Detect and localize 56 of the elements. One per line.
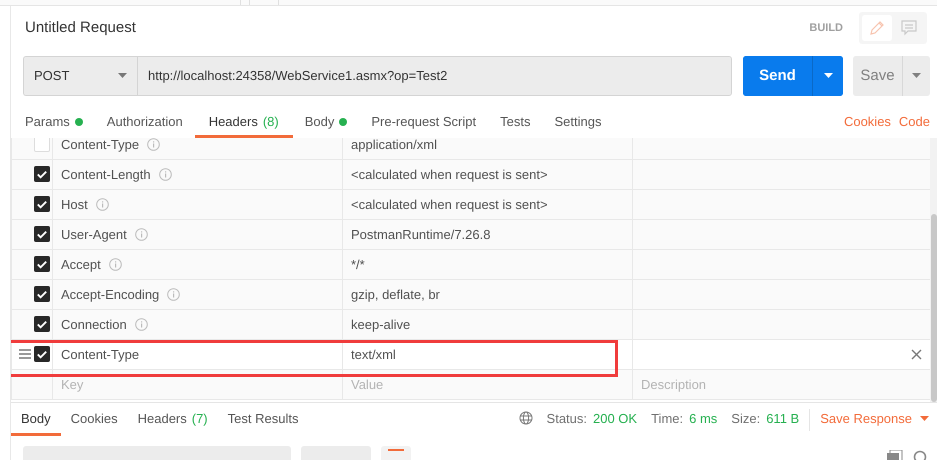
checkbox[interactable] — [34, 256, 50, 272]
scrollbar[interactable] — [930, 138, 937, 402]
tab[interactable]: Authorization — [94, 108, 195, 138]
time-value: 6 ms — [689, 410, 718, 426]
checkbox[interactable] — [34, 316, 50, 332]
header-key: Connection — [61, 316, 127, 332]
close-button[interactable] — [911, 348, 922, 360]
method-dropdown[interactable]: POST — [23, 56, 137, 96]
header-value: text/xml — [351, 346, 396, 362]
status-label: Status: — [546, 410, 587, 426]
tab[interactable]: Cookies — [60, 403, 128, 436]
header-value: */* — [351, 256, 365, 272]
caret-icon — [118, 73, 127, 78]
size-label: Size: — [731, 410, 760, 426]
header-key: User-Agent — [61, 226, 127, 242]
header-key: Content-Type — [61, 346, 140, 362]
header-key: Content-Type — [61, 138, 140, 152]
tab[interactable]: Test Results — [218, 403, 308, 436]
checkbox[interactable] — [34, 138, 50, 152]
checkbox[interactable] — [34, 226, 50, 242]
globe-icon — [518, 411, 533, 426]
status-value: 200 OK — [593, 410, 638, 426]
url-field[interactable]: http://localhost:24358/WebService1.asmx?op=Test2 — [137, 56, 732, 96]
header-value: <calculated when request is sent> — [351, 166, 548, 182]
header-key: Content-Length — [61, 166, 151, 182]
header-key: Accept-Encoding — [61, 286, 160, 302]
time-label: Time: — [651, 410, 684, 426]
checkbox[interactable] — [34, 346, 50, 362]
header-value: <calculated when request is sent> — [351, 196, 548, 212]
header-key: Accept — [61, 256, 101, 272]
tab[interactable]: Settings — [542, 108, 614, 138]
tab[interactable]: Headers (7) — [128, 403, 218, 436]
wrap-button[interactable] — [381, 446, 411, 460]
header-value: application/xml — [351, 138, 437, 152]
header-value: keep-alive — [351, 316, 410, 332]
tab[interactable]: Params — [13, 108, 95, 138]
tab[interactable]: Pre-request Script — [359, 108, 488, 138]
send-options-button[interactable] — [812, 56, 843, 96]
checkbox[interactable] — [34, 286, 50, 302]
checkbox[interactable] — [34, 196, 50, 212]
tab[interactable]: Body — [292, 108, 360, 138]
header-value: gzip, deflate, br — [351, 286, 440, 302]
header-key: Host — [61, 196, 88, 212]
caret-icon — [912, 73, 921, 78]
tab[interactable]: Tests — [488, 108, 542, 138]
caret-icon — [824, 73, 832, 78]
tab[interactable]: Body — [11, 403, 61, 436]
checkbox[interactable] — [34, 166, 50, 182]
size-value: 611 B — [766, 410, 800, 426]
comment-icon — [900, 18, 918, 37]
drag-handle-icon[interactable] — [19, 349, 31, 360]
caret-icon — [920, 416, 929, 421]
request-title: Untitled Request — [25, 19, 137, 36]
pencil-icon — [868, 18, 886, 37]
mode-label: BUILD — [809, 22, 843, 34]
header-value: PostmanRuntime/7.26.8 — [351, 226, 490, 242]
